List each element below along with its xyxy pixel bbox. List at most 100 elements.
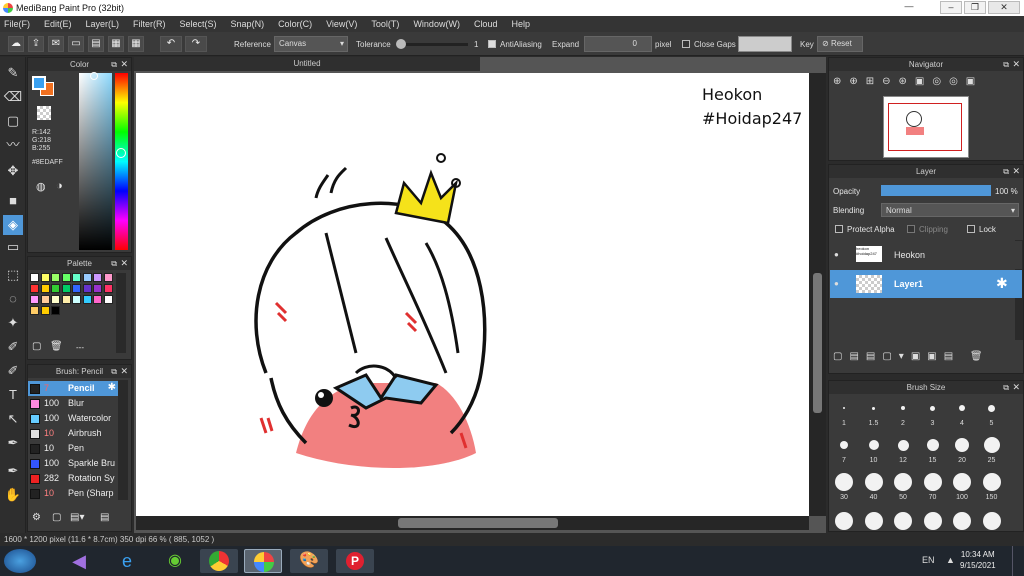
restore-button[interactable]: ❐ — [964, 1, 986, 14]
brush-menu-icon[interactable]: ▤▾ — [70, 512, 84, 523]
transparent-swatch[interactable] — [37, 106, 51, 120]
palette-swatch[interactable] — [30, 306, 39, 315]
sv-cursor[interactable] — [90, 72, 98, 80]
brush-add-icon[interactable]: ⚙ — [32, 512, 41, 523]
brush-size-dot[interactable] — [840, 441, 848, 449]
expand-input[interactable]: 0 — [584, 36, 652, 52]
brush-size-dot[interactable] — [843, 407, 845, 409]
fill-rect-icon[interactable]: ■ — [3, 191, 23, 211]
brush-size-dot[interactable] — [988, 404, 995, 412]
visibility-eye-icon[interactable]: ● — [834, 279, 839, 288]
tolerance-slider-handle[interactable] — [396, 39, 406, 49]
brush-size-dot[interactable] — [864, 473, 883, 491]
palette-swatch[interactable] — [51, 295, 60, 304]
pen-curve-icon[interactable]: 〰 — [3, 135, 23, 155]
layer-row-heokon[interactable]: ● heokon #hoidap247 Heokon — [830, 241, 1022, 269]
redo-button[interactable]: ↷ — [185, 36, 207, 52]
grid-icon[interactable]: ▦ — [128, 36, 144, 52]
brush-scrollbar[interactable] — [118, 380, 128, 500]
start-button-icon[interactable] — [4, 549, 36, 573]
reset-button[interactable]: ⊘ Reset — [817, 36, 863, 52]
brush-item[interactable]: 100 Blur — [28, 396, 118, 411]
brush-item[interactable]: 10 Airbrush — [28, 426, 118, 441]
menu-filter[interactable]: Filter(R) — [133, 19, 166, 29]
eraser-tool-icon[interactable]: ⌫ — [3, 87, 23, 107]
palette-swatch[interactable] — [61, 284, 71, 293]
select-tool-icon[interactable]: ⬚ — [3, 265, 23, 285]
pinterest-icon[interactable]: P — [336, 549, 374, 573]
blending-select[interactable]: Normal ▾ — [881, 203, 1019, 217]
share-icon[interactable]: ⇪ — [28, 36, 44, 52]
comment-icon[interactable]: ✉ — [48, 36, 64, 52]
select-pen-icon[interactable]: ✐ — [3, 337, 23, 357]
menu-cloud[interactable]: Cloud — [474, 19, 498, 29]
menu-color[interactable]: Color(C) — [278, 19, 312, 29]
clock[interactable]: 10:34 AM 9/15/2021 — [960, 549, 996, 571]
lock-checkbox[interactable] — [967, 225, 975, 235]
brush-size-dot[interactable] — [959, 405, 965, 411]
palette-swatch[interactable] — [51, 306, 60, 315]
menu-tool[interactable]: Tool(T) — [371, 19, 399, 29]
menu-view[interactable]: View(V) — [326, 19, 357, 29]
brush-size-dot[interactable] — [868, 440, 879, 450]
canvas-horizontal-scroll-thumb[interactable] — [398, 518, 558, 528]
language-indicator[interactable]: EN — [922, 555, 935, 565]
document-icon[interactable]: ▤ — [88, 36, 104, 52]
add-palette-icon[interactable]: ▢ — [32, 341, 41, 352]
palette-swatch[interactable] — [51, 273, 60, 282]
gradient-tool-icon[interactable]: ▭ — [3, 237, 23, 257]
internet-explorer-icon[interactable]: e — [108, 549, 146, 573]
brush-new-icon[interactable]: ▢ — [52, 512, 61, 523]
brush-size-dot[interactable] — [835, 512, 853, 530]
drawing-canvas[interactable]: Heokon #Hoidap247 — [136, 73, 809, 516]
brush-size-dot[interactable] — [923, 473, 942, 491]
brush-size-dot[interactable] — [953, 473, 971, 491]
palette-swatch[interactable] — [40, 284, 50, 293]
navigator-zoom-icons[interactable]: ⊕⊕⊞⊖⊛▣◎◎▣ — [833, 76, 983, 87]
palette-swatch[interactable] — [72, 284, 81, 293]
palette-swatch[interactable] — [61, 273, 71, 282]
brush-item[interactable]: 10 Pen (Sharp — [28, 486, 118, 501]
magic-wand-icon[interactable]: ✦ — [3, 313, 23, 333]
minimize-window-button[interactable]: — — [898, 1, 920, 14]
palette-swatch[interactable] — [82, 295, 92, 304]
navigator-thumbnail[interactable] — [883, 96, 969, 158]
brush-size-dot[interactable] — [953, 512, 971, 530]
color-wheel-icon[interactable]: ◍ — [36, 180, 46, 193]
medibang-taskbar-icon[interactable] — [244, 549, 282, 573]
palette-swatch[interactable] — [30, 284, 39, 293]
brush-item[interactable]: 7 Pencil ✱ — [28, 381, 118, 396]
visibility-eye-icon[interactable]: ● — [834, 250, 839, 259]
brush-size-dot[interactable] — [872, 406, 875, 410]
canvas-vertical-scrollbar[interactable] — [809, 73, 826, 516]
palette-swatch[interactable] — [103, 273, 113, 282]
brush-item[interactable]: 100 Sparkle Bru — [28, 456, 118, 471]
reference-select[interactable]: Canvas ▾ — [274, 36, 348, 52]
eyedropper-tool-icon[interactable]: ✒ — [3, 433, 23, 453]
palette-swatch[interactable] — [40, 295, 50, 304]
brush-size-dot[interactable] — [930, 405, 935, 411]
lasso-tool-icon[interactable]: ◌ — [3, 289, 23, 309]
layer-action-icons[interactable]: ▢▤▤▢▾▣▣▤ 🗑 — [833, 351, 990, 362]
brush-size-dot[interactable] — [982, 473, 1001, 491]
palette-swatch[interactable] — [61, 295, 71, 304]
brush-size-dot[interactable] — [926, 439, 939, 451]
menu-help[interactable]: Help — [511, 19, 530, 29]
palette-swatch[interactable] — [40, 306, 50, 315]
palette-swatch[interactable] — [51, 284, 60, 293]
text-tool-icon[interactable]: T — [3, 385, 23, 405]
brush-tool-icon[interactable]: ✎ — [3, 63, 23, 83]
minimize-button[interactable]: – — [940, 1, 962, 14]
clipping-checkbox[interactable] — [907, 225, 915, 235]
protect-alpha-checkbox[interactable] — [835, 225, 843, 235]
close-gaps-slider[interactable] — [738, 36, 792, 52]
palette-swatch[interactable] — [30, 273, 39, 282]
app-green-icon[interactable]: ◉ — [156, 549, 194, 573]
canvas-vertical-scroll-thumb[interactable] — [813, 273, 822, 413]
navigator-viewport-rect[interactable] — [888, 103, 962, 151]
hue-slider[interactable] — [115, 73, 128, 250]
brush-settings-gear-icon[interactable]: ✱ — [108, 382, 116, 393]
hue-cursor[interactable] — [116, 148, 126, 158]
brush-item[interactable]: 100 Watercolor — [28, 411, 118, 426]
brush-size-dot[interactable] — [894, 512, 912, 530]
